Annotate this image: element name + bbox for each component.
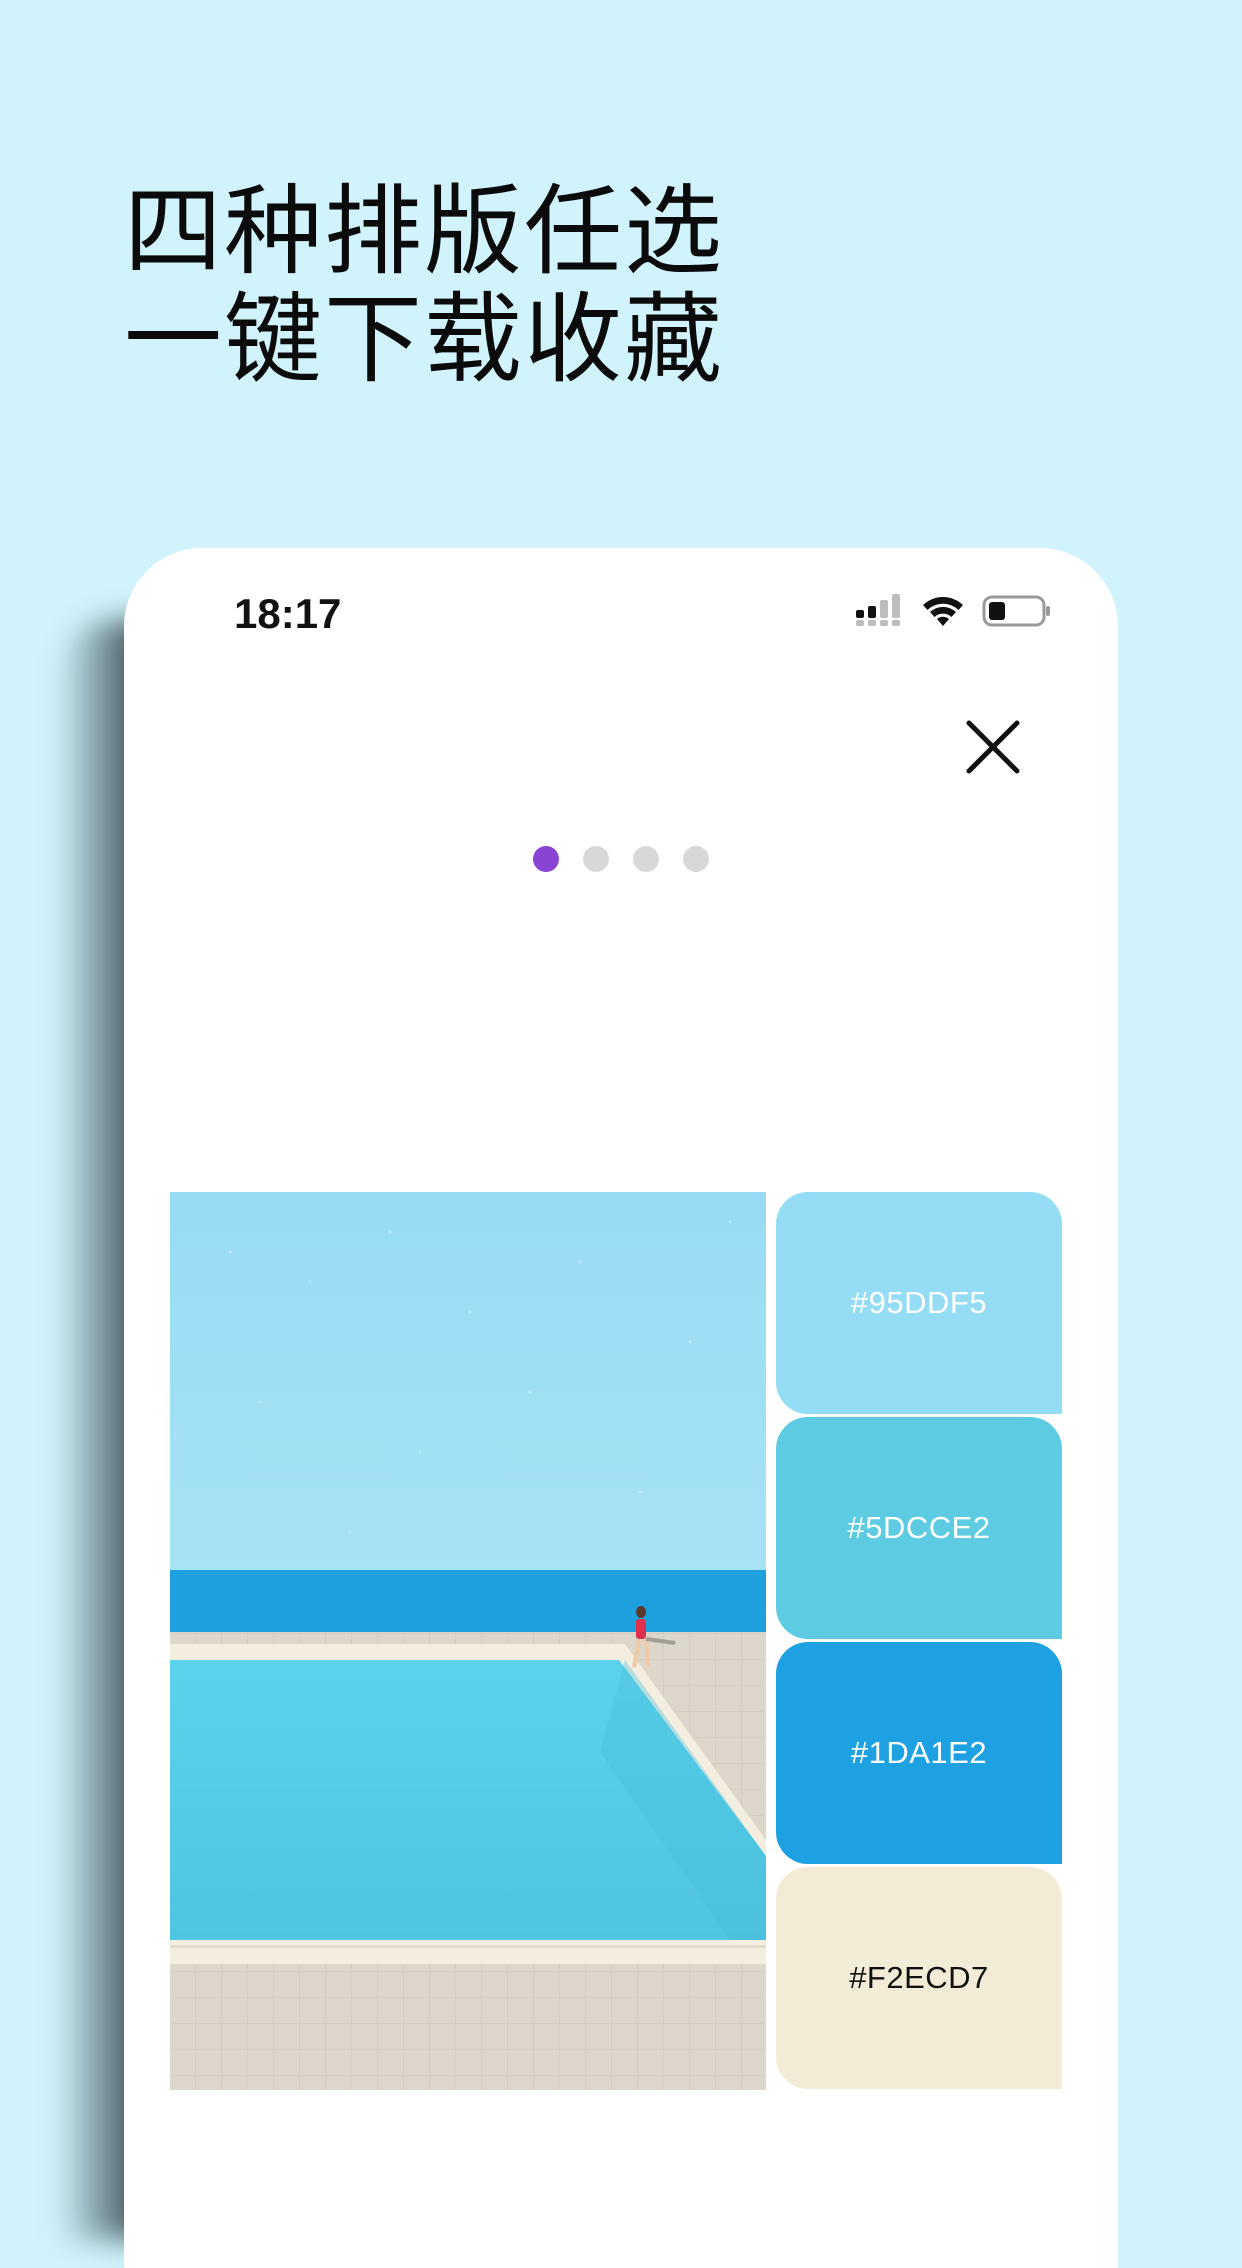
phone-screen: 18:17 #95DDF5 #5DCCE2 #1DA1E2 #F2ECD7: [124, 548, 1118, 2268]
swatch-4-label: #F2ECD7: [849, 1960, 989, 1995]
artwork-image: [170, 1192, 766, 2090]
swatch-1[interactable]: #95DDF5: [776, 1192, 1062, 1414]
signal-icon: [856, 594, 900, 626]
page-indicator: [124, 846, 1118, 872]
status-icons: [854, 594, 1052, 628]
page-dot-4[interactable]: [683, 846, 709, 872]
page-dot-3[interactable]: [633, 846, 659, 872]
headline: 四种排版任选 一键下载收藏: [124, 178, 724, 394]
swatch-3[interactable]: #1DA1E2: [776, 1642, 1062, 1864]
swatch-2[interactable]: #5DCCE2: [776, 1417, 1062, 1639]
page-dot-2[interactable]: [583, 846, 609, 872]
close-icon[interactable]: [964, 718, 1022, 776]
swatch-2-label: #5DCCE2: [847, 1510, 991, 1545]
status-time: 18:17: [234, 590, 342, 637]
wifi-icon: [923, 597, 963, 626]
swatch-1-label: #95DDF5: [850, 1285, 988, 1320]
swatch-4[interactable]: #F2ECD7: [776, 1867, 1062, 2089]
swatch-3-label: #1DA1E2: [850, 1735, 988, 1770]
headline-line-2: 一键下载收藏: [124, 283, 725, 397]
page-dot-1[interactable]: [533, 846, 559, 872]
headline-line-1: 四种排版任选: [124, 175, 725, 289]
battery-icon: [982, 595, 1050, 627]
